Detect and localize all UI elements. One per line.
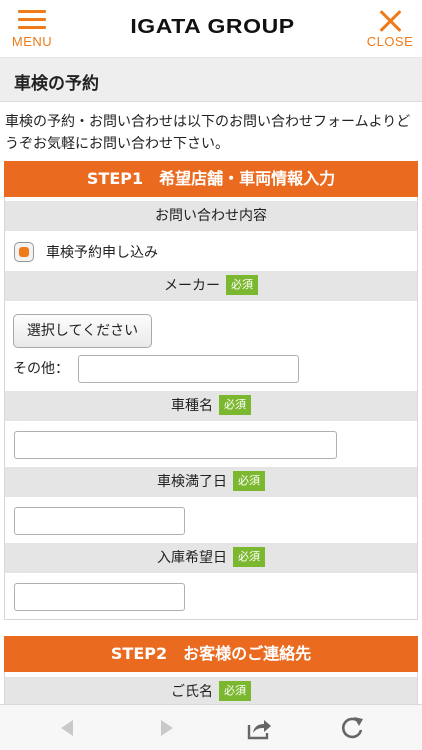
inquiry-option-label: 車検予約申し込み [46, 245, 158, 261]
back-icon[interactable] [53, 713, 83, 743]
hamburger-icon [18, 10, 46, 29]
radio-selected-dot [19, 247, 29, 257]
step2-header: STEP2 お客様のご連絡先 [4, 636, 418, 679]
share-icon[interactable] [244, 713, 274, 743]
entry-date-input[interactable] [14, 583, 185, 611]
maker-select[interactable]: 選択してください [13, 314, 152, 348]
model-header: 車種名 必須 [5, 391, 417, 421]
maker-header: メーカー 必須 [5, 271, 417, 301]
menu-label: MENU [11, 34, 53, 49]
forward-icon[interactable] [151, 713, 181, 743]
browser-toolbar [0, 704, 422, 750]
close-icon [377, 8, 403, 34]
menu-button[interactable]: MENU [2, 8, 62, 54]
other-label: その他： [13, 361, 69, 377]
close-label: CLOSE [366, 34, 414, 49]
entry-header: 入庫希望日 必須 [5, 543, 417, 573]
required-badge: 必須 [219, 395, 251, 415]
close-button[interactable]: CLOSE [360, 8, 420, 54]
page-title-bar: 車検の予約 [0, 58, 422, 102]
maker-label: メーカー [164, 278, 220, 294]
required-badge: 必須 [226, 275, 258, 295]
step1-header: STEP1 希望店舗・車両情報入力 [4, 161, 418, 204]
expiry-date-input[interactable] [14, 507, 185, 535]
inquiry-option[interactable]: 車検予約申し込み [14, 241, 158, 265]
reload-icon[interactable] [337, 713, 367, 743]
model-label: 車種名 [171, 398, 213, 414]
required-badge: 必須 [233, 547, 265, 567]
page-title: 車検の予約 [14, 74, 99, 94]
name-header: ご氏名 必須 [5, 677, 417, 707]
radio-button[interactable] [14, 242, 34, 262]
expiry-header: 車検満了日 必須 [5, 467, 417, 497]
intro-text: 車検の予約・お問い合わせは以下のお問い合わせフォームよりどうぞお気軽にお問い合わ… [5, 114, 411, 152]
inquiry-header: お問い合わせ内容 [5, 201, 417, 231]
inquiry-header-label: お問い合わせ内容 [155, 208, 267, 224]
name-label: ご氏名 [171, 684, 213, 700]
required-badge: 必須 [233, 471, 265, 491]
entry-label: 入庫希望日 [157, 550, 227, 566]
expiry-label: 車検満了日 [157, 474, 227, 490]
logo[interactable]: IGATA GROUP [77, 16, 347, 39]
other-input[interactable] [78, 355, 299, 383]
app-header: MENU IGATA GROUP CLOSE [0, 0, 422, 58]
required-badge: 必須 [219, 681, 251, 701]
model-input[interactable] [14, 431, 337, 459]
